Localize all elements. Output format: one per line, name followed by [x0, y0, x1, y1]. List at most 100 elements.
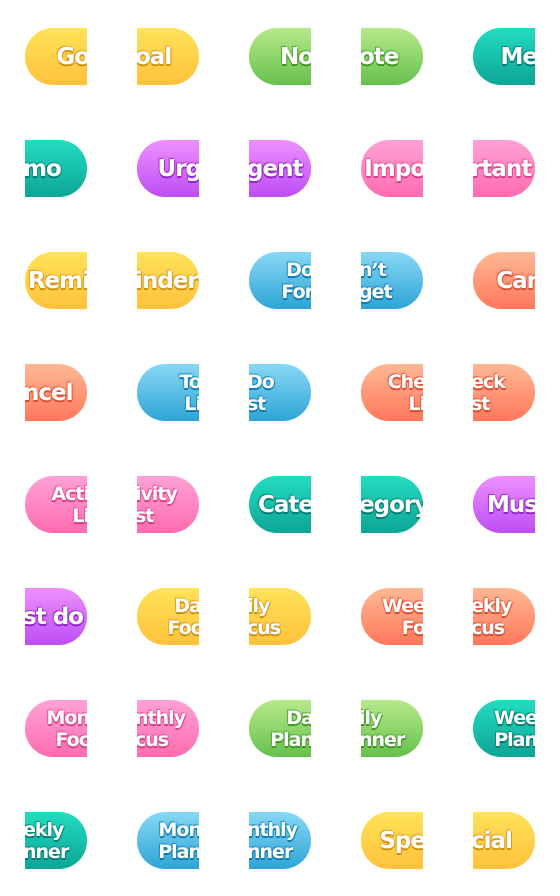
sticker-tile[interactable]: Do st — [249, 364, 311, 421]
sticker-text: Acti — [51, 482, 87, 505]
sticker-tile[interactable]: Me — [473, 28, 535, 85]
sticker-text: n’t — [361, 258, 387, 281]
sticker-text: cus — [249, 616, 281, 639]
sticker-text: st — [473, 392, 490, 415]
sticker-text: Mon — [46, 706, 88, 729]
sticker-tile[interactable]: n’t get — [361, 252, 423, 309]
sticker-text: inder — [137, 267, 199, 294]
sticker-text: Mus — [487, 491, 535, 518]
sticker-tile[interactable]: Impo — [361, 140, 423, 197]
sticker-text: st do — [25, 603, 84, 630]
sticker-text: nner — [361, 728, 405, 751]
sticker-tile[interactable]: Spe — [361, 812, 423, 869]
sticker-text: ote — [361, 43, 399, 70]
sticker-text: ncel — [25, 379, 73, 406]
sticker-tile[interactable]: rtant — [473, 140, 535, 197]
sticker-text: nner — [249, 840, 293, 863]
sticker-text: Li — [408, 392, 423, 415]
sticker-tile[interactable]: nthly nner — [249, 812, 311, 869]
sticker-tile[interactable]: Wee Plan — [473, 700, 535, 757]
sticker-text: Li — [184, 392, 199, 415]
sticker-tile[interactable]: oal — [137, 28, 199, 85]
sticker-tile[interactable]: To Li — [137, 364, 199, 421]
sticker-tile[interactable]: nthly cus — [137, 700, 199, 757]
sticker-text: Da — [286, 706, 311, 729]
sticker-text: st — [137, 504, 154, 527]
sticker-tile[interactable]: Go — [25, 28, 87, 85]
sticker-tile[interactable]: st do — [25, 588, 87, 645]
sticker-text: Da — [174, 594, 199, 617]
sticker-text: Wee — [493, 706, 535, 729]
sticker-text: Do — [249, 370, 275, 393]
sticker-tile[interactable]: Car — [473, 252, 535, 309]
sticker-text: ekly — [473, 594, 512, 617]
sticker-tile[interactable]: ekly nner — [25, 812, 87, 869]
sticker-tile[interactable]: ily cus — [249, 588, 311, 645]
sticker-text: ekly — [25, 818, 64, 841]
sticker-text: Cate — [258, 491, 311, 518]
sticker-text: ily — [249, 594, 270, 617]
sticker-text: cus — [137, 728, 169, 751]
sticker-text: Wee — [381, 594, 423, 617]
sticker-tile[interactable]: Da Foc — [137, 588, 199, 645]
sticker-text: mo — [25, 155, 62, 182]
sticker-tile[interactable]: mo — [25, 140, 87, 197]
sticker-text: Plan — [158, 840, 199, 863]
sticker-text: nthly — [137, 706, 186, 729]
sticker-text: rtant — [473, 155, 532, 182]
sticker-text: Mon — [158, 818, 200, 841]
sticker-text: Fo — [401, 616, 423, 639]
sticker-tile[interactable]: inder — [137, 252, 199, 309]
sticker-tile[interactable]: Urg — [137, 140, 199, 197]
sticker-text: Urg — [157, 155, 199, 182]
sticker-tile[interactable]: ncel — [25, 364, 87, 421]
sticker-tile[interactable]: ivity st — [137, 476, 199, 533]
sticker-text: oal — [137, 43, 172, 70]
sticker-tile[interactable]: eck st — [473, 364, 535, 421]
sticker-text: Foc — [167, 616, 199, 639]
sticker-text: cus — [473, 616, 505, 639]
sticker-text: To — [179, 370, 200, 393]
sticker-tile[interactable]: ote — [361, 28, 423, 85]
sticker-text: Che — [387, 370, 423, 393]
sticker-tile[interactable]: Cate — [249, 476, 311, 533]
sticker-text: gent — [249, 155, 303, 182]
sticker-text: Remi — [27, 267, 87, 294]
sticker-text: For — [281, 280, 311, 303]
sticker-tile[interactable]: Mon Foc — [25, 700, 87, 757]
sticker-tile[interactable]: Remi — [25, 252, 87, 309]
sticker-tile[interactable]: No — [249, 28, 311, 85]
sticker-text: eck — [473, 370, 506, 393]
sticker-text: nner — [25, 840, 69, 863]
sticker-tile[interactable]: ekly cus — [473, 588, 535, 645]
sticker-tile[interactable]: Che Li — [361, 364, 423, 421]
sticker-text: ivity — [137, 482, 178, 505]
sticker-tile[interactable]: Mon Plan — [137, 812, 199, 869]
sticker-text: Li — [72, 504, 87, 527]
sticker-text: Do — [286, 258, 311, 281]
sticker-text: get — [361, 280, 393, 303]
sticker-tile[interactable]: Do For — [249, 252, 311, 309]
sticker-text: Me — [500, 43, 536, 70]
sticker-text: Go — [56, 43, 87, 70]
sticker-text: Foc — [55, 728, 87, 751]
sticker-text: cial — [473, 827, 513, 854]
sticker-text: Car — [496, 267, 535, 294]
sticker-tile[interactable]: cial — [473, 812, 535, 869]
sticker-tile[interactable]: egory — [361, 476, 423, 533]
sticker-text: ily — [361, 706, 382, 729]
sticker-text: Plan — [270, 728, 311, 751]
sticker-text: egory — [361, 491, 423, 518]
sticker-text: nthly — [249, 818, 298, 841]
sticker-tile[interactable]: Da Plan — [249, 700, 311, 757]
sticker-tile[interactable]: Wee Fo — [361, 588, 423, 645]
sticker-tile[interactable]: Acti Li — [25, 476, 87, 533]
sticker-text: Spe — [379, 827, 423, 854]
sticker-text: Plan — [494, 728, 535, 751]
sticker-text: Impo — [364, 155, 423, 182]
sticker-text: No — [279, 43, 311, 70]
sticker-text: st — [249, 392, 266, 415]
sticker-tile[interactable]: gent — [249, 140, 311, 197]
sticker-tile[interactable]: Mus — [473, 476, 535, 533]
sticker-tile[interactable]: ily nner — [361, 700, 423, 757]
